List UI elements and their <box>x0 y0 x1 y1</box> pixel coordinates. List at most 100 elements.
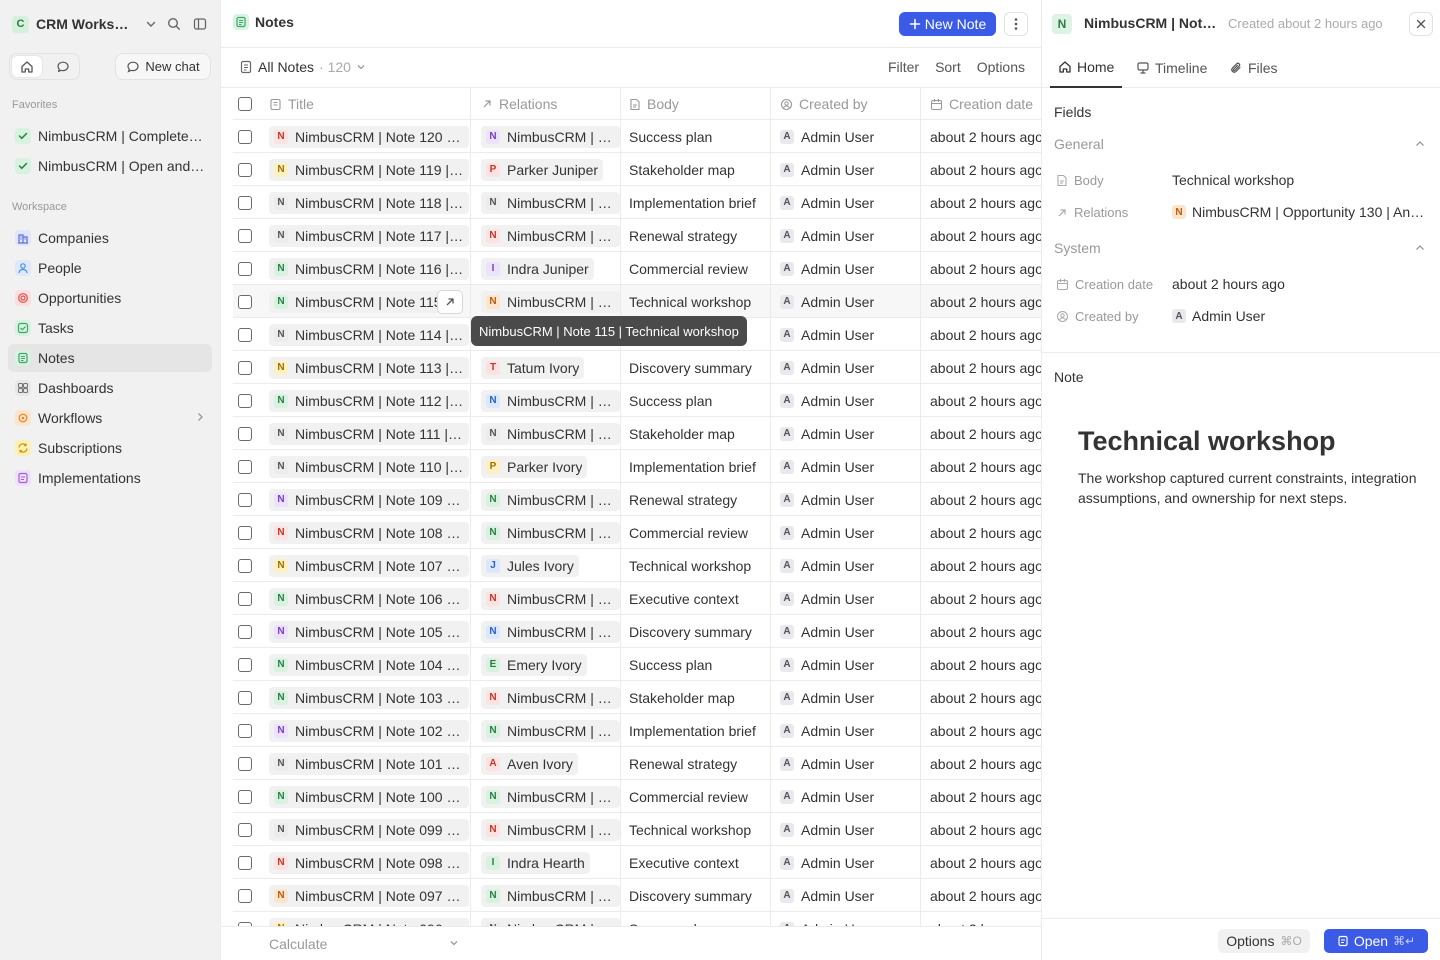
relations-cell[interactable]: NNimbusCRM | Company <box>471 120 621 153</box>
title-cell[interactable]: N NimbusCRM | Note 112 | Success plan <box>257 384 471 417</box>
created-by-cell[interactable]: A Admin User <box>771 516 921 549</box>
record-title[interactable]: NimbusCRM | Note 115 | Technical worksho… <box>1084 15 1220 31</box>
body-cell[interactable]: Implementation brief <box>621 450 771 483</box>
creation-date-cell[interactable]: about 2 hours ago <box>921 516 1041 549</box>
row-checkbox[interactable] <box>238 294 252 309</box>
table-row[interactable]: N NimbusCRM | Note 110 | Implementation b… <box>233 450 1041 483</box>
relation-chip[interactable]: I Indra Juniper <box>481 257 594 280</box>
created-by-cell[interactable]: A Admin User <box>771 318 921 351</box>
title-cell[interactable]: NNimbusCRM | Note 096 | Success plan <box>257 912 471 926</box>
title-chip[interactable]: N NimbusCRM | Note 099 | Technical worksh… <box>269 818 469 841</box>
created-by-cell[interactable]: A Admin User <box>771 384 921 417</box>
row-checkbox[interactable] <box>238 657 252 672</box>
created-by-cell[interactable]: A Admin User <box>771 153 921 186</box>
sidebar-item-subscriptions[interactable]: Subscriptions <box>8 434 212 462</box>
title-cell[interactable]: N NimbusCRM | Note 108 | Commercial revie… <box>257 516 471 549</box>
relations-cell[interactable]: N NimbusCRM | Opportunity <box>471 780 621 813</box>
row-checkbox[interactable] <box>238 360 252 375</box>
relations-cell[interactable]: NNimbusCRM | Company <box>471 714 621 747</box>
column-header-relations[interactable]: Relations <box>471 88 621 120</box>
row-checkbox[interactable] <box>238 195 252 210</box>
created-by-cell[interactable]: A Admin User <box>771 186 921 219</box>
title-cell[interactable]: N NimbusCRM | Note 119 | Stakeholder map <box>257 153 471 186</box>
row-checkbox[interactable] <box>238 327 252 342</box>
body-cell[interactable]: Renewal strategy <box>621 747 771 780</box>
row-checkbox[interactable] <box>238 624 252 639</box>
title-chip[interactable]: N NimbusCRM | Note 109 | Renewal strategy <box>269 488 469 511</box>
created-by-cell[interactable]: A Admin User <box>771 351 921 384</box>
body-cell[interactable]: Commercial review <box>621 516 771 549</box>
title-cell[interactable]: N NimbusCRM | Note 101 | Renewal strategy <box>257 747 471 780</box>
creation-date-cell[interactable]: about 2 hours ago <box>921 417 1041 450</box>
body-cell[interactable]: Stakeholder map <box>621 681 771 714</box>
relations-cell[interactable]: E Emery Ivory <box>471 648 621 681</box>
creation-date-cell[interactable]: about 2 hours ago <box>921 879 1041 912</box>
more-options-button[interactable] <box>1004 12 1028 36</box>
relations-cell[interactable]: N NimbusCRM | Opportunity <box>471 582 621 615</box>
title-cell[interactable]: N NimbusCRM | Note 109 | Renewal strategy <box>257 483 471 516</box>
close-panel-button[interactable] <box>1409 12 1433 36</box>
table-row[interactable]: N NimbusCRM | Note 117 | Renewal strategy… <box>233 219 1041 252</box>
relation-chip[interactable]: J Jules Ivory <box>481 554 579 577</box>
creation-date-cell[interactable]: about 2 hours ago <box>921 153 1041 186</box>
row-checkbox[interactable] <box>238 591 252 606</box>
created-by-cell[interactable]: A Admin User <box>771 252 921 285</box>
title-cell[interactable]: N NimbusCRM | Note 106 | Executive contex… <box>257 582 471 615</box>
title-chip[interactable]: N NimbusCRM | Note 115 <box>269 290 447 313</box>
table-row[interactable]: NNimbusCRM | Note 111 | Stakeholder mapN… <box>233 417 1041 450</box>
title-cell[interactable]: N NimbusCRM | Note 097 | Discovery summar… <box>257 879 471 912</box>
relations-cell[interactable]: NNimbusCRM | Company <box>471 912 621 926</box>
table-row[interactable]: N NimbusCRM | Note 118 | Implementation b… <box>233 186 1041 219</box>
table-row[interactable]: N NimbusCRM | Note 104 | Success plan E Eme… <box>233 648 1041 681</box>
workspace-switcher[interactable]: C CRM Workspace <box>12 12 212 36</box>
title-chip[interactable]: N NimbusCRM | Note 097 | Discovery summar… <box>269 884 469 907</box>
note-body-heading[interactable]: Technical workshop <box>1078 426 1336 457</box>
system-group-heading[interactable]: System <box>1054 240 1101 256</box>
sidebar-item-workflows[interactable]: Workflows <box>8 404 212 432</box>
table-row[interactable]: NNimbusCRM | Note 103 | Stakeholder mapN… <box>233 681 1041 714</box>
table-row[interactable]: N NimbusCRM | Note 098 | Executive contex… <box>233 846 1041 879</box>
relations-cell[interactable]: N NimbusCRM | Opportunity <box>471 879 621 912</box>
open-record-icon[interactable] <box>437 290 463 314</box>
body-cell[interactable]: Discovery summary <box>621 615 771 648</box>
row-checkbox[interactable] <box>238 162 252 177</box>
row-checkbox[interactable] <box>238 393 252 408</box>
sidebar-item-people[interactable]: People <box>8 254 212 282</box>
body-cell[interactable]: Technical workshop <box>621 549 771 582</box>
created-by-cell[interactable]: A Admin User <box>771 450 921 483</box>
relations-cell[interactable]: NNimbusCRM | Company <box>471 516 621 549</box>
creation-date-cell[interactable]: about 2 hours ago <box>921 912 1041 927</box>
table-row[interactable]: NNimbusCRM | Note 096 | Success plan NNim… <box>233 912 1041 926</box>
created-by-cell[interactable]: A Admin User <box>771 648 921 681</box>
title-cell[interactable]: N NimbusCRM | Note 098 | Executive contex… <box>257 846 471 879</box>
title-chip[interactable]: N NimbusCRM | Note 105 | Discovery summar… <box>269 620 469 643</box>
creation-date-cell[interactable]: about 2 hours ago <box>921 318 1041 351</box>
title-cell[interactable]: N NimbusCRM | Note 099 | Technical worksh… <box>257 813 471 846</box>
body-cell[interactable]: Success plan <box>621 648 771 681</box>
body-cell[interactable]: Renewal strategy <box>621 483 771 516</box>
title-chip[interactable]: N NimbusCRM | Note 106 | Executive contex… <box>269 587 469 610</box>
relation-chip[interactable]: A Aven Ivory <box>481 752 578 775</box>
title-chip[interactable]: NNimbusCRM | Note 096 | Success plan <box>269 917 469 926</box>
relations-cell[interactable]: P Parker Juniper <box>471 153 621 186</box>
title-cell[interactable]: N NimbusCRM | Note 103 | Stakeholder map <box>257 681 471 714</box>
creation-date-cell[interactable]: about 2 hours ago <box>921 780 1041 813</box>
body-cell[interactable]: Discovery summary <box>621 351 771 384</box>
row-checkbox[interactable] <box>238 459 252 474</box>
row-checkbox[interactable] <box>238 822 252 837</box>
body-field-value[interactable]: Technical workshop <box>1172 172 1294 188</box>
title-chip[interactable]: N NimbusCRM | Note 119 | Stakeholder map <box>269 158 469 181</box>
relation-chip[interactable]: NNimbusCRM | Company <box>481 917 620 926</box>
relations-cell[interactable]: N NimbusCRM | Opportunity <box>471 483 621 516</box>
table-row[interactable]: N NimbusCRM | Note 105 | Discovery summar… <box>233 615 1041 648</box>
row-checkbox[interactable] <box>238 492 252 507</box>
body-cell[interactable]: Technical workshop <box>621 285 771 318</box>
relation-chip[interactable]: N NimbusCRM | Opportunity <box>481 290 620 313</box>
title-cell[interactable]: N NimbusCRM | Note 102 | Implementation b… <box>257 714 471 747</box>
table-row[interactable]: N NimbusCRM | Note 102 | Implementation b… <box>233 714 1041 747</box>
view-picker[interactable]: All Notes · 120 <box>239 59 366 75</box>
title-chip[interactable]: N NimbusCRM | Note 110 | Implementation b… <box>269 455 469 478</box>
title-cell[interactable]: N NimbusCRM | Note 113 | Discovery summar… <box>257 351 471 384</box>
title-cell[interactable]: N NimbusCRM | Note 100 | Commercial revie… <box>257 780 471 813</box>
table-row[interactable]: N NimbusCRM | Note 120 | Success plan N Nim… <box>233 120 1041 153</box>
